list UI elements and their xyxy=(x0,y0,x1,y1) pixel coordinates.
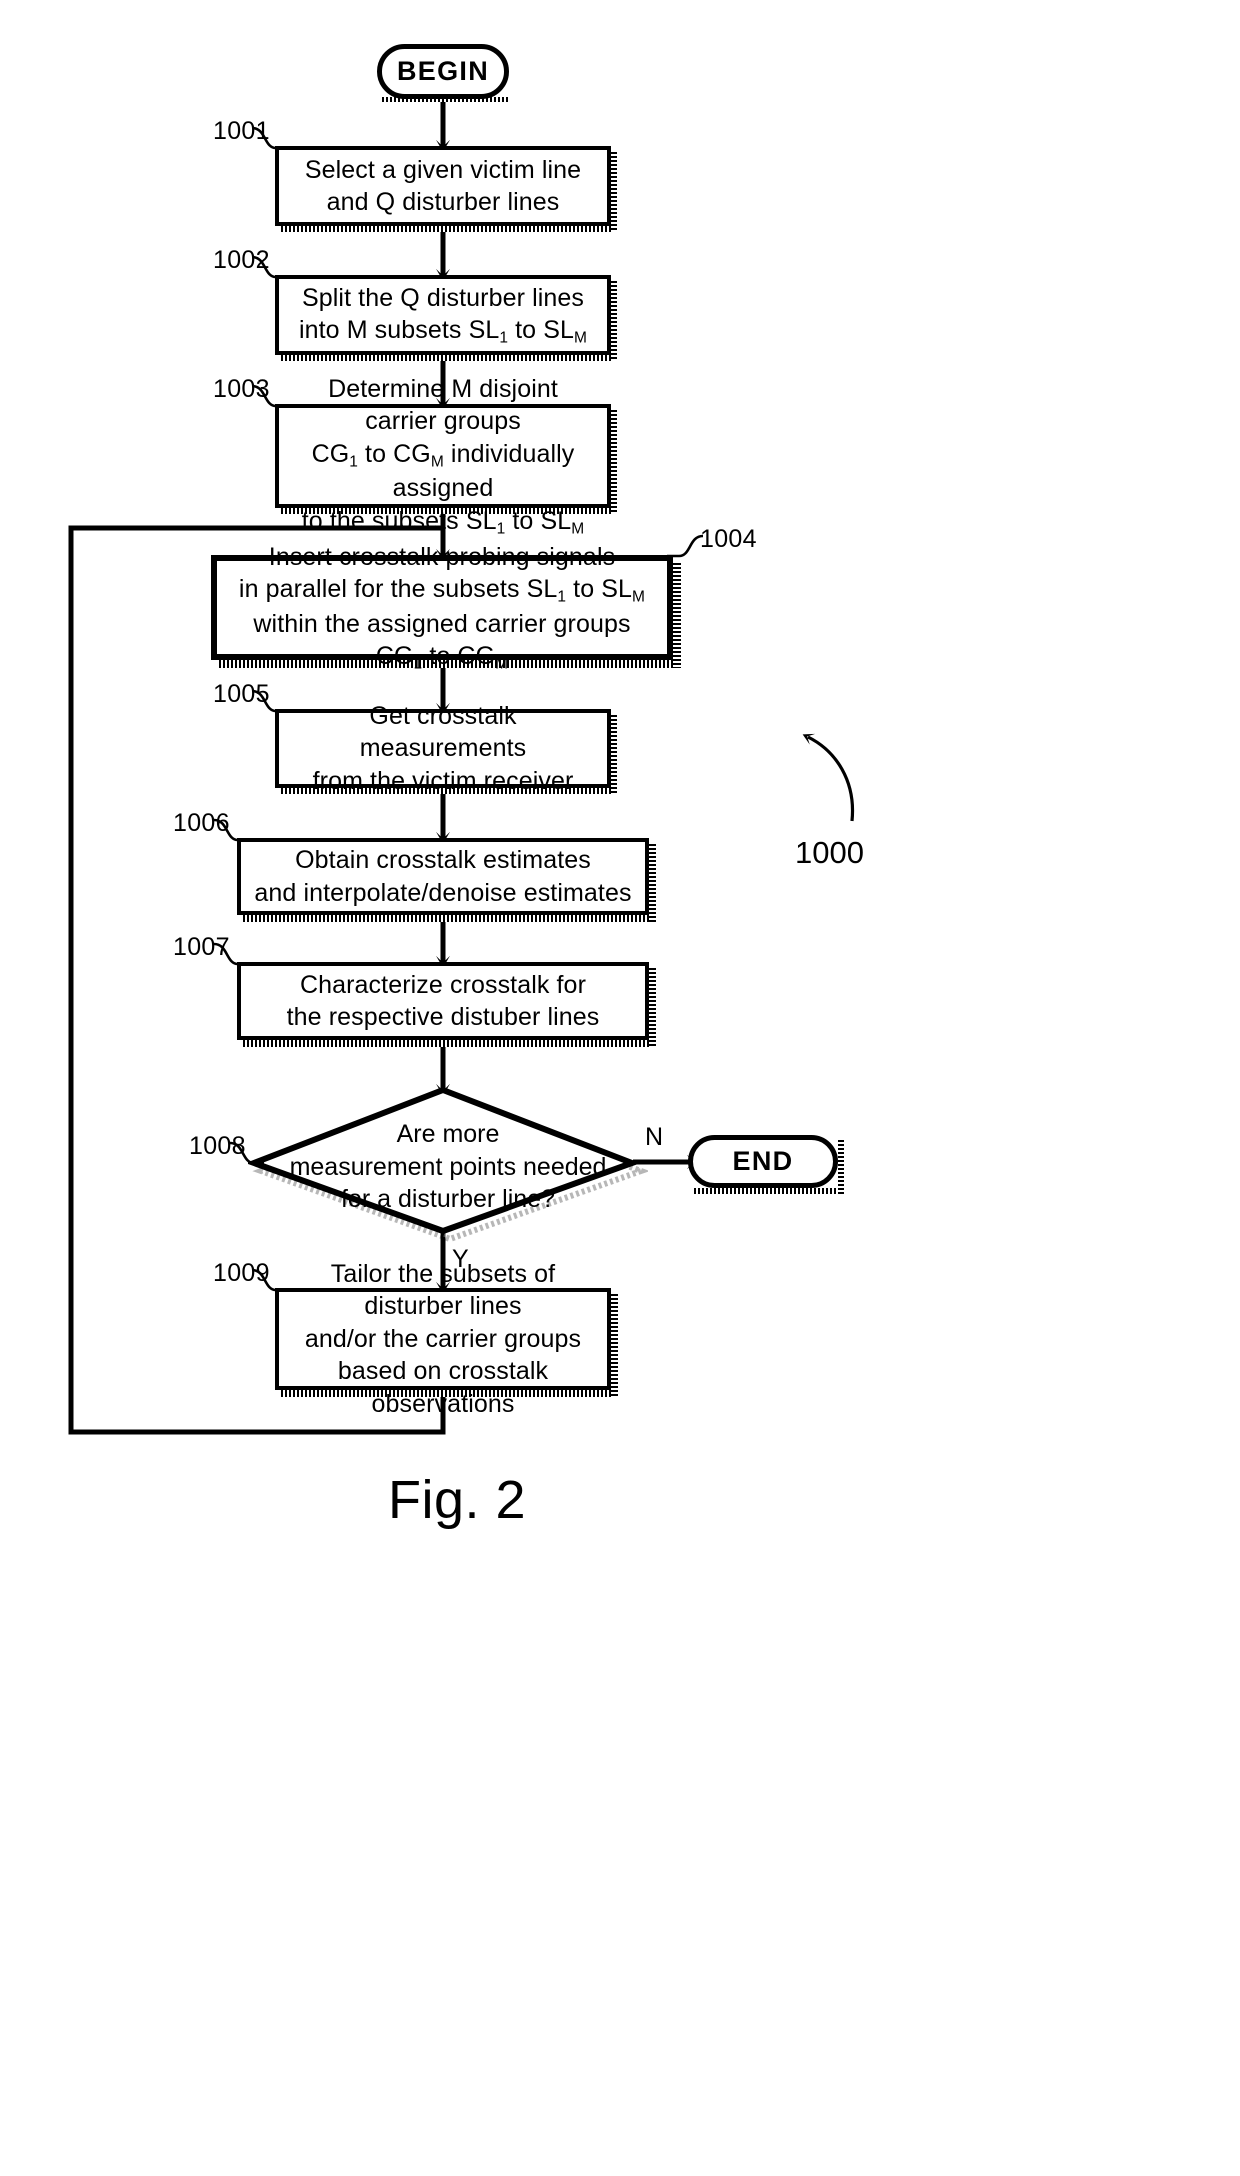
system-reference-1000: 1000 xyxy=(795,835,864,870)
leader-1003 xyxy=(251,384,286,408)
step-1007: Characterize crosstalk for the respectiv… xyxy=(237,962,649,1040)
leader-1006 xyxy=(213,818,248,842)
leader-1000 xyxy=(802,733,855,822)
s1002-shadow-bottom xyxy=(281,355,617,361)
begin-terminal: BEGIN xyxy=(377,44,509,99)
decision-1008: Are more measurement points needed for a… xyxy=(245,1084,650,1243)
s1002-shadow-right xyxy=(611,281,617,361)
s1003-shadow-right xyxy=(611,410,617,514)
step-1005: Get crosstalk measurements from the vict… xyxy=(275,702,611,795)
step-1005-text: Get crosstalk measurements from the vict… xyxy=(312,701,574,795)
step-1001: Select a given victim line and Q disturb… xyxy=(275,146,611,226)
step-1006-text: Obtain crosstalk estimates and interpola… xyxy=(254,846,632,907)
step-1001-text: Select a given victim line and Q disturb… xyxy=(304,155,582,217)
s1006-shadow-bottom xyxy=(243,915,655,922)
leader-1002 xyxy=(251,255,286,279)
step-1003: Determine M disjoint carrier groups CG1 … xyxy=(275,375,611,537)
s1005-shadow-right xyxy=(611,715,617,794)
s1006-shadow-right xyxy=(649,844,656,922)
step-1009-text: Tailor the subsets of disturber lines an… xyxy=(304,1259,582,1418)
step-1009: Tailor the subsets of disturber lines an… xyxy=(275,1260,611,1418)
end-shadow-bottom xyxy=(694,1188,844,1194)
edge-label-no: N xyxy=(645,1123,664,1151)
s1001-shadow-right xyxy=(611,152,617,232)
s1001-shadow-bottom xyxy=(281,226,617,232)
edge-label-yes: Y xyxy=(452,1245,469,1273)
leader-1005 xyxy=(251,689,286,713)
ref-1004: 1004 xyxy=(700,525,757,553)
figure-caption: Fig. 2 xyxy=(388,1470,527,1530)
step-1002-text: Split the Q disturber lines into M subse… xyxy=(298,283,588,347)
step-1003-text: Determine M disjoint carrier groups CG1 … xyxy=(301,374,585,538)
s1007-shadow-bottom xyxy=(243,1040,655,1047)
step-1004-text: Insert crosstalk probing signals in para… xyxy=(238,542,646,673)
s1009-shadow-right xyxy=(611,1294,618,1397)
step-1007-text: Characterize crosstalk for the respectiv… xyxy=(286,970,600,1032)
s1007-shadow-right xyxy=(649,968,656,1047)
end-shadow-right xyxy=(838,1140,844,1194)
leader-1009 xyxy=(251,1268,286,1292)
step-1002: Split the Q disturber lines into M subse… xyxy=(275,275,611,355)
leader-1001 xyxy=(251,126,286,150)
leader-1004 xyxy=(667,534,704,558)
begin-label: BEGIN xyxy=(396,56,489,86)
figure-canvas: BEGIN 1001 Select a given victim line an… xyxy=(0,0,1240,2176)
step-1004: Insert crosstalk probing signals in para… xyxy=(211,543,673,672)
s1004-shadow-right xyxy=(673,563,681,668)
leader-1008 xyxy=(229,1141,264,1165)
end-label: END xyxy=(732,1146,794,1176)
leader-1007 xyxy=(213,942,248,966)
end-terminal: END xyxy=(688,1135,838,1188)
decision-1008-text: Are more measurement points needed for a… xyxy=(289,1120,607,1214)
step-1006: Obtain crosstalk estimates and interpola… xyxy=(237,838,649,915)
